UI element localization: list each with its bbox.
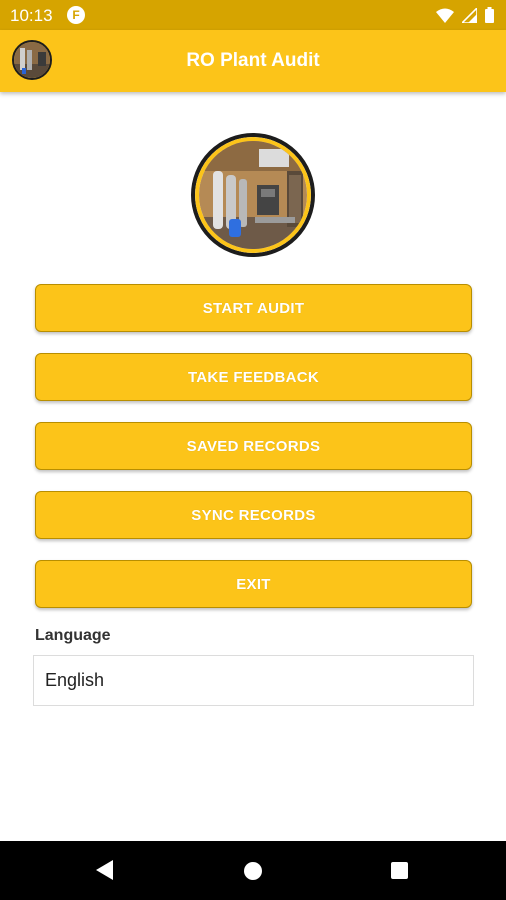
status-time: 10:13 [10,6,53,25]
language-label: Language [35,627,111,644]
exit-button[interactable]: EXIT [35,560,472,608]
ro-plant-photo-icon [199,141,307,249]
exit-label: EXIT [236,575,271,593]
language-select[interactable]: English [33,655,474,706]
plant-photo [195,137,311,253]
language-value: English [45,670,105,690]
signal-icon [462,7,477,23]
app-bar: RO Plant Audit [0,30,506,92]
battery-icon [485,7,494,23]
wifi-icon [436,8,454,23]
sync-records-button[interactable]: SYNC RECORDS [35,491,472,539]
take-feedback-button[interactable]: TAKE FEEDBACK [35,353,472,401]
back-icon[interactable] [96,860,114,880]
status-icons [436,7,494,23]
sync-records-label: SYNC RECORDS [191,506,316,524]
plant-logo [191,133,315,257]
app-title: RO Plant Audit [186,50,320,71]
start-audit-button[interactable]: START AUDIT [35,284,472,332]
start-audit-label: START AUDIT [202,299,305,317]
take-feedback-label: TAKE FEEDBACK [187,368,320,386]
saved-records-button[interactable]: SAVED RECORDS [35,422,472,470]
recent-apps-icon[interactable] [391,862,408,879]
notification-icon: F [67,6,85,24]
status-bar: 10:13 F [0,0,506,30]
home-icon[interactable] [244,862,262,880]
saved-records-label: SAVED RECORDS [186,437,321,455]
system-nav-bar [0,841,506,900]
